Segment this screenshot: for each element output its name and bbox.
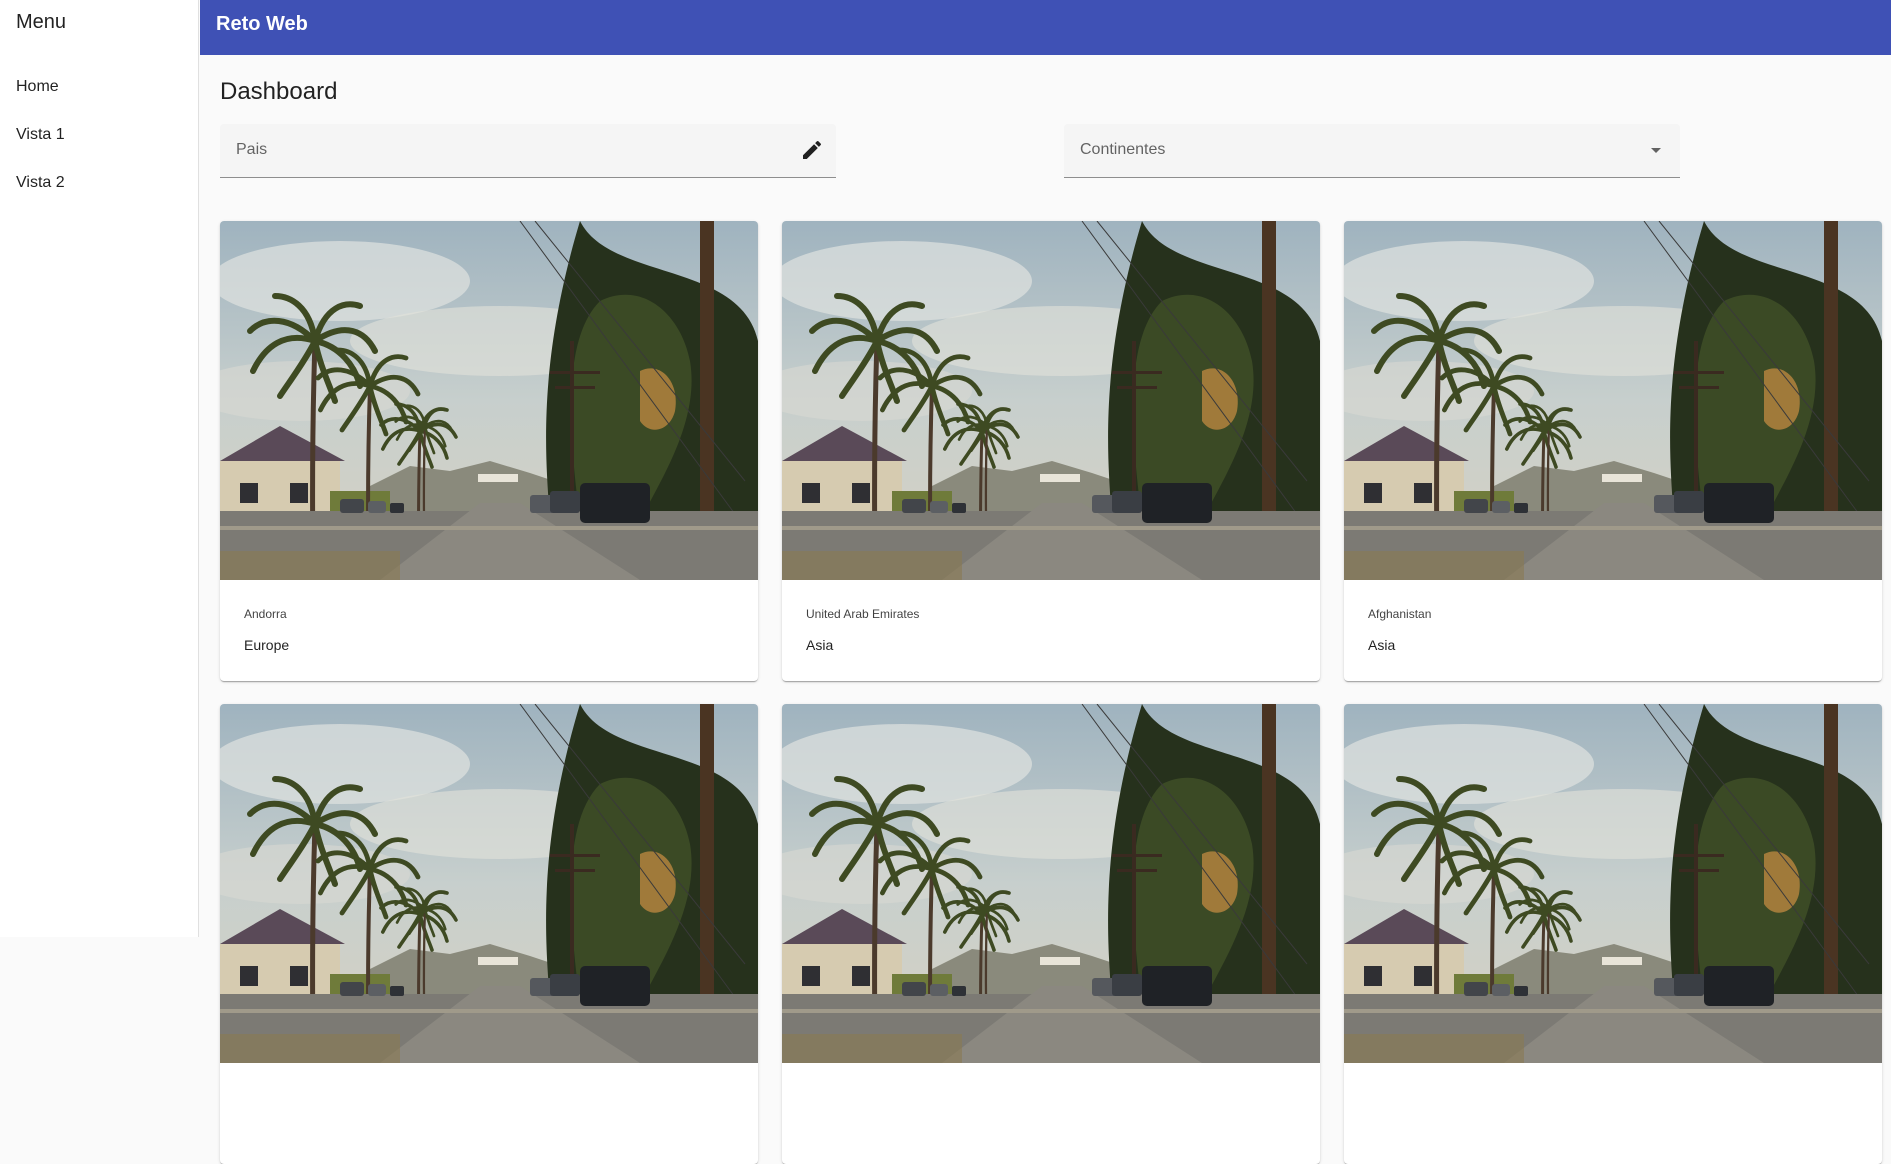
card-country-name: Afghanistan xyxy=(1368,607,1432,621)
card-image xyxy=(782,221,1320,580)
card-image xyxy=(1344,704,1882,1063)
sidebar-item-vista-1[interactable]: Vista 1 xyxy=(0,111,198,159)
card-image xyxy=(1344,221,1882,580)
card-image xyxy=(220,704,758,1063)
sidebar-item-home[interactable]: Home xyxy=(0,63,198,111)
card-image xyxy=(220,221,758,580)
country-filter-field[interactable]: Pais xyxy=(220,124,840,179)
top-toolbar: Reto Web xyxy=(200,0,1891,55)
country-card[interactable] xyxy=(782,704,1320,1164)
card-country-name: Andorra xyxy=(244,607,287,621)
country-card[interactable]: Afghanistan Asia xyxy=(1344,221,1882,681)
country-card[interactable] xyxy=(220,704,758,1164)
sidebar-nav: Home Vista 1 Vista 2 xyxy=(0,63,198,207)
edit-icon[interactable] xyxy=(800,138,824,162)
country-card[interactable]: Andorra Europe xyxy=(220,221,758,681)
card-continent: Asia xyxy=(1368,637,1396,653)
dropdown-arrow-icon xyxy=(1644,138,1668,162)
app-title: Reto Web xyxy=(216,13,308,35)
sidebar-item-vista-2[interactable]: Vista 2 xyxy=(0,159,198,207)
sidenav: Menu Home Vista 1 Vista 2 xyxy=(0,0,199,937)
continent-select-label: Continentes xyxy=(1080,141,1166,158)
card-continent: Europe xyxy=(244,637,290,653)
country-card[interactable]: United Arab Emirates Asia xyxy=(782,221,1320,681)
country-input[interactable] xyxy=(220,124,840,179)
card-image xyxy=(782,704,1320,1063)
menu-title: Menu xyxy=(16,11,67,33)
continent-select[interactable]: Continentes xyxy=(1064,124,1680,178)
country-card[interactable] xyxy=(1344,704,1882,1164)
page-title: Dashboard xyxy=(220,78,338,105)
card-country-name: United Arab Emirates xyxy=(806,607,920,621)
card-continent: Asia xyxy=(806,637,834,653)
